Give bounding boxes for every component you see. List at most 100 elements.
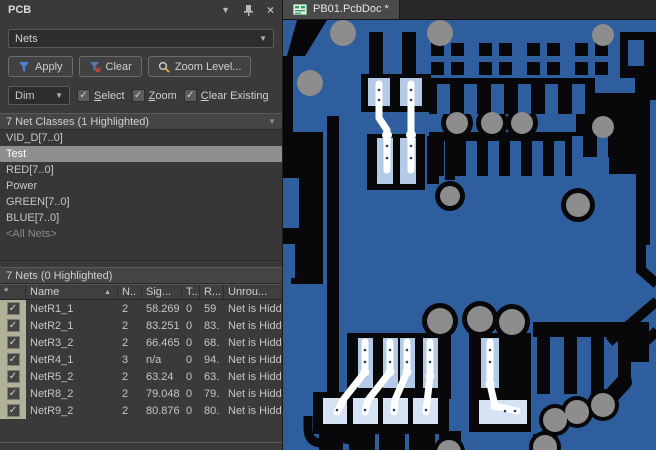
net-signal-length: n/a: [146, 353, 162, 366]
net-unrouted: Net is Hidden: [228, 387, 282, 400]
checkbox-cell: ✓: [0, 351, 26, 368]
net-signal-length: 79.048: [146, 387, 180, 400]
clear-button[interactable]: Clear: [78, 56, 142, 77]
select-checkbox-label: Select: [94, 89, 125, 102]
checkbox-check-icon: ✓: [77, 89, 90, 102]
net-signal-length: 83.251: [146, 319, 180, 332]
magnifier-icon: [158, 61, 170, 73]
row-checkbox[interactable]: ✓: [6, 404, 20, 417]
table-row[interactable]: ✓ NetR1_1 2 58.269 0 59 Net is Hidden: [0, 300, 282, 317]
zoom-level-button[interactable]: Zoom Level...: [147, 56, 252, 77]
zoom-checkbox[interactable]: ✓ Zoom: [131, 89, 177, 102]
net-classes-header-label: 7 Net Classes (1 Highlighted): [6, 115, 150, 128]
row-checkbox[interactable]: ✓: [6, 302, 20, 315]
pcb-canvas[interactable]: [283, 20, 656, 450]
table-row[interactable]: ✓ NetR3_2 2 66.465 0 68. Net is Hidden: [0, 334, 282, 351]
net-signal-length: 66.465: [146, 336, 180, 349]
table-row[interactable]: ✓ NetR2_1 2 83.251 0 83. Net is Hidden: [0, 317, 282, 334]
panel-header: PCB ▼ ×: [0, 0, 282, 20]
column-header-signal[interactable]: Sig...: [142, 285, 182, 299]
net-class-item-selected[interactable]: Test: [0, 146, 282, 162]
browse-mode-select[interactable]: Nets ▼: [8, 29, 274, 48]
net-class-item[interactable]: VID_D[7..0]: [0, 130, 282, 146]
table-row[interactable]: ✓ NetR4_1 3 n/a 0 94. Net is Hidden: [0, 351, 282, 368]
pcbdoc-icon: [293, 3, 307, 15]
dim-mode-select[interactable]: Dim ▼: [8, 86, 70, 105]
checkbox-check-icon: ✓: [183, 89, 197, 102]
net-name: NetR9_2: [30, 404, 74, 417]
net-unrouted: Net is Hidden: [228, 404, 282, 417]
nets-table-header[interactable]: * Name ▲ N.. Sig... T... R... Unrou...: [0, 284, 282, 300]
net-r: 94.: [204, 353, 220, 366]
table-row[interactable]: ✓ NetR8_2 2 79.048 0 79. Net is Hidden: [0, 385, 282, 402]
table-row[interactable]: ✓ NetR9_2 2 80.876 0 80. Net is Hidden: [0, 402, 282, 419]
net-signal-length: 63.24: [146, 370, 174, 383]
chevron-down-icon: ▼: [259, 34, 267, 43]
checkbox-cell: ✓: [0, 368, 26, 385]
column-header-r[interactable]: R...: [200, 285, 224, 299]
net-class-item[interactable]: GREEN[7..0]: [0, 194, 282, 210]
net-name: NetR3_2: [30, 336, 74, 349]
dim-options-row: Dim ▼ ✓ Select ✓ Zoom ✓ Clear Existing: [8, 86, 282, 105]
checkbox-cell: ✓: [0, 300, 26, 317]
nets-table-body: ✓ NetR1_1 2 58.269 0 59 Net is Hidden ✓ …: [0, 300, 282, 419]
panel-toolbar: Apply Clear Zoom Level...: [8, 56, 274, 77]
column-header-nodes[interactable]: N..: [118, 285, 142, 299]
row-checkbox[interactable]: ✓: [6, 370, 20, 383]
net-r: 59: [204, 302, 217, 315]
net-class-item[interactable]: BLUE[7..0]: [0, 210, 282, 226]
browse-mode-value: Nets: [15, 32, 38, 45]
pcb-panel: PCB ▼ × Nets ▼ Apply Clear Zoom Level...…: [0, 0, 283, 450]
net-nodes: 2: [122, 302, 129, 315]
net-class-item-all-nets[interactable]: <All Nets>: [0, 226, 282, 242]
net-t: 0: [186, 302, 193, 315]
checkbox-cell: ✓: [0, 317, 26, 334]
row-checkbox[interactable]: ✓: [6, 387, 20, 400]
zoom-checkbox-label: Zoom: [148, 89, 177, 102]
net-nodes: 2: [122, 319, 129, 332]
close-icon[interactable]: ×: [267, 3, 274, 17]
row-checkbox[interactable]: ✓: [6, 353, 20, 366]
net-unrouted: Net is Hidden: [228, 370, 282, 383]
column-header-name[interactable]: Name ▲: [26, 285, 118, 299]
net-t: 0: [186, 319, 193, 332]
panel-menu-arrow-icon[interactable]: ▼: [221, 5, 230, 15]
net-signal-length: 80.876: [146, 404, 180, 417]
dim-mode-value: Dim: [15, 89, 35, 102]
net-unrouted: Net is Hidden: [228, 336, 282, 349]
net-name: NetR4_1: [30, 353, 74, 366]
net-unrouted: Net is Hidden: [228, 302, 282, 315]
net-signal-length: 58.269: [146, 302, 180, 315]
column-header-t[interactable]: T...: [182, 285, 200, 299]
editor-area: PB01.PcbDoc *: [283, 0, 656, 450]
net-t: 0: [186, 370, 193, 383]
row-checkbox[interactable]: ✓: [6, 336, 20, 349]
nets-header[interactable]: 7 Nets (0 Highlighted): [0, 267, 282, 284]
select-checkbox[interactable]: ✓ Select: [77, 89, 125, 102]
clear-existing-checkbox-label: Clear Existing: [200, 89, 269, 102]
net-class-item[interactable]: RED[7..0]: [0, 162, 282, 178]
filter-icon: [19, 61, 29, 72]
panel-splitter[interactable]: [0, 442, 282, 443]
pin-icon[interactable]: [243, 4, 253, 16]
column-header-unrouted[interactable]: Unrou...: [224, 285, 282, 299]
net-classes-header[interactable]: 7 Net Classes (1 Highlighted) ▼: [0, 113, 282, 130]
net-nodes: 3: [122, 353, 129, 366]
clear-button-label: Clear: [105, 60, 132, 73]
row-checkbox[interactable]: ✓: [6, 319, 20, 332]
net-nodes: 2: [122, 404, 129, 417]
nets-header-label: 7 Nets (0 Highlighted): [6, 269, 113, 282]
net-class-item[interactable]: Power: [0, 178, 282, 194]
column-header-star[interactable]: *: [0, 285, 26, 299]
apply-button[interactable]: Apply: [8, 56, 73, 77]
net-name: NetR2_1: [30, 319, 74, 332]
chevron-down-icon: ▼: [268, 117, 276, 126]
tab-label: PB01.PcbDoc *: [313, 3, 389, 15]
table-row[interactable]: ✓ NetR5_2 2 63.24 0 63. Net is Hidden: [0, 368, 282, 385]
tab-pb01-pcbdoc[interactable]: PB01.PcbDoc *: [283, 0, 400, 19]
checkbox-check-icon: ✓: [131, 89, 145, 102]
clear-existing-checkbox[interactable]: ✓ Clear Existing: [183, 89, 269, 102]
net-unrouted: Net is Hidden: [228, 319, 282, 332]
zoom-level-button-label: Zoom Level...: [174, 60, 242, 73]
net-unrouted: Net is Hidden: [228, 353, 282, 366]
